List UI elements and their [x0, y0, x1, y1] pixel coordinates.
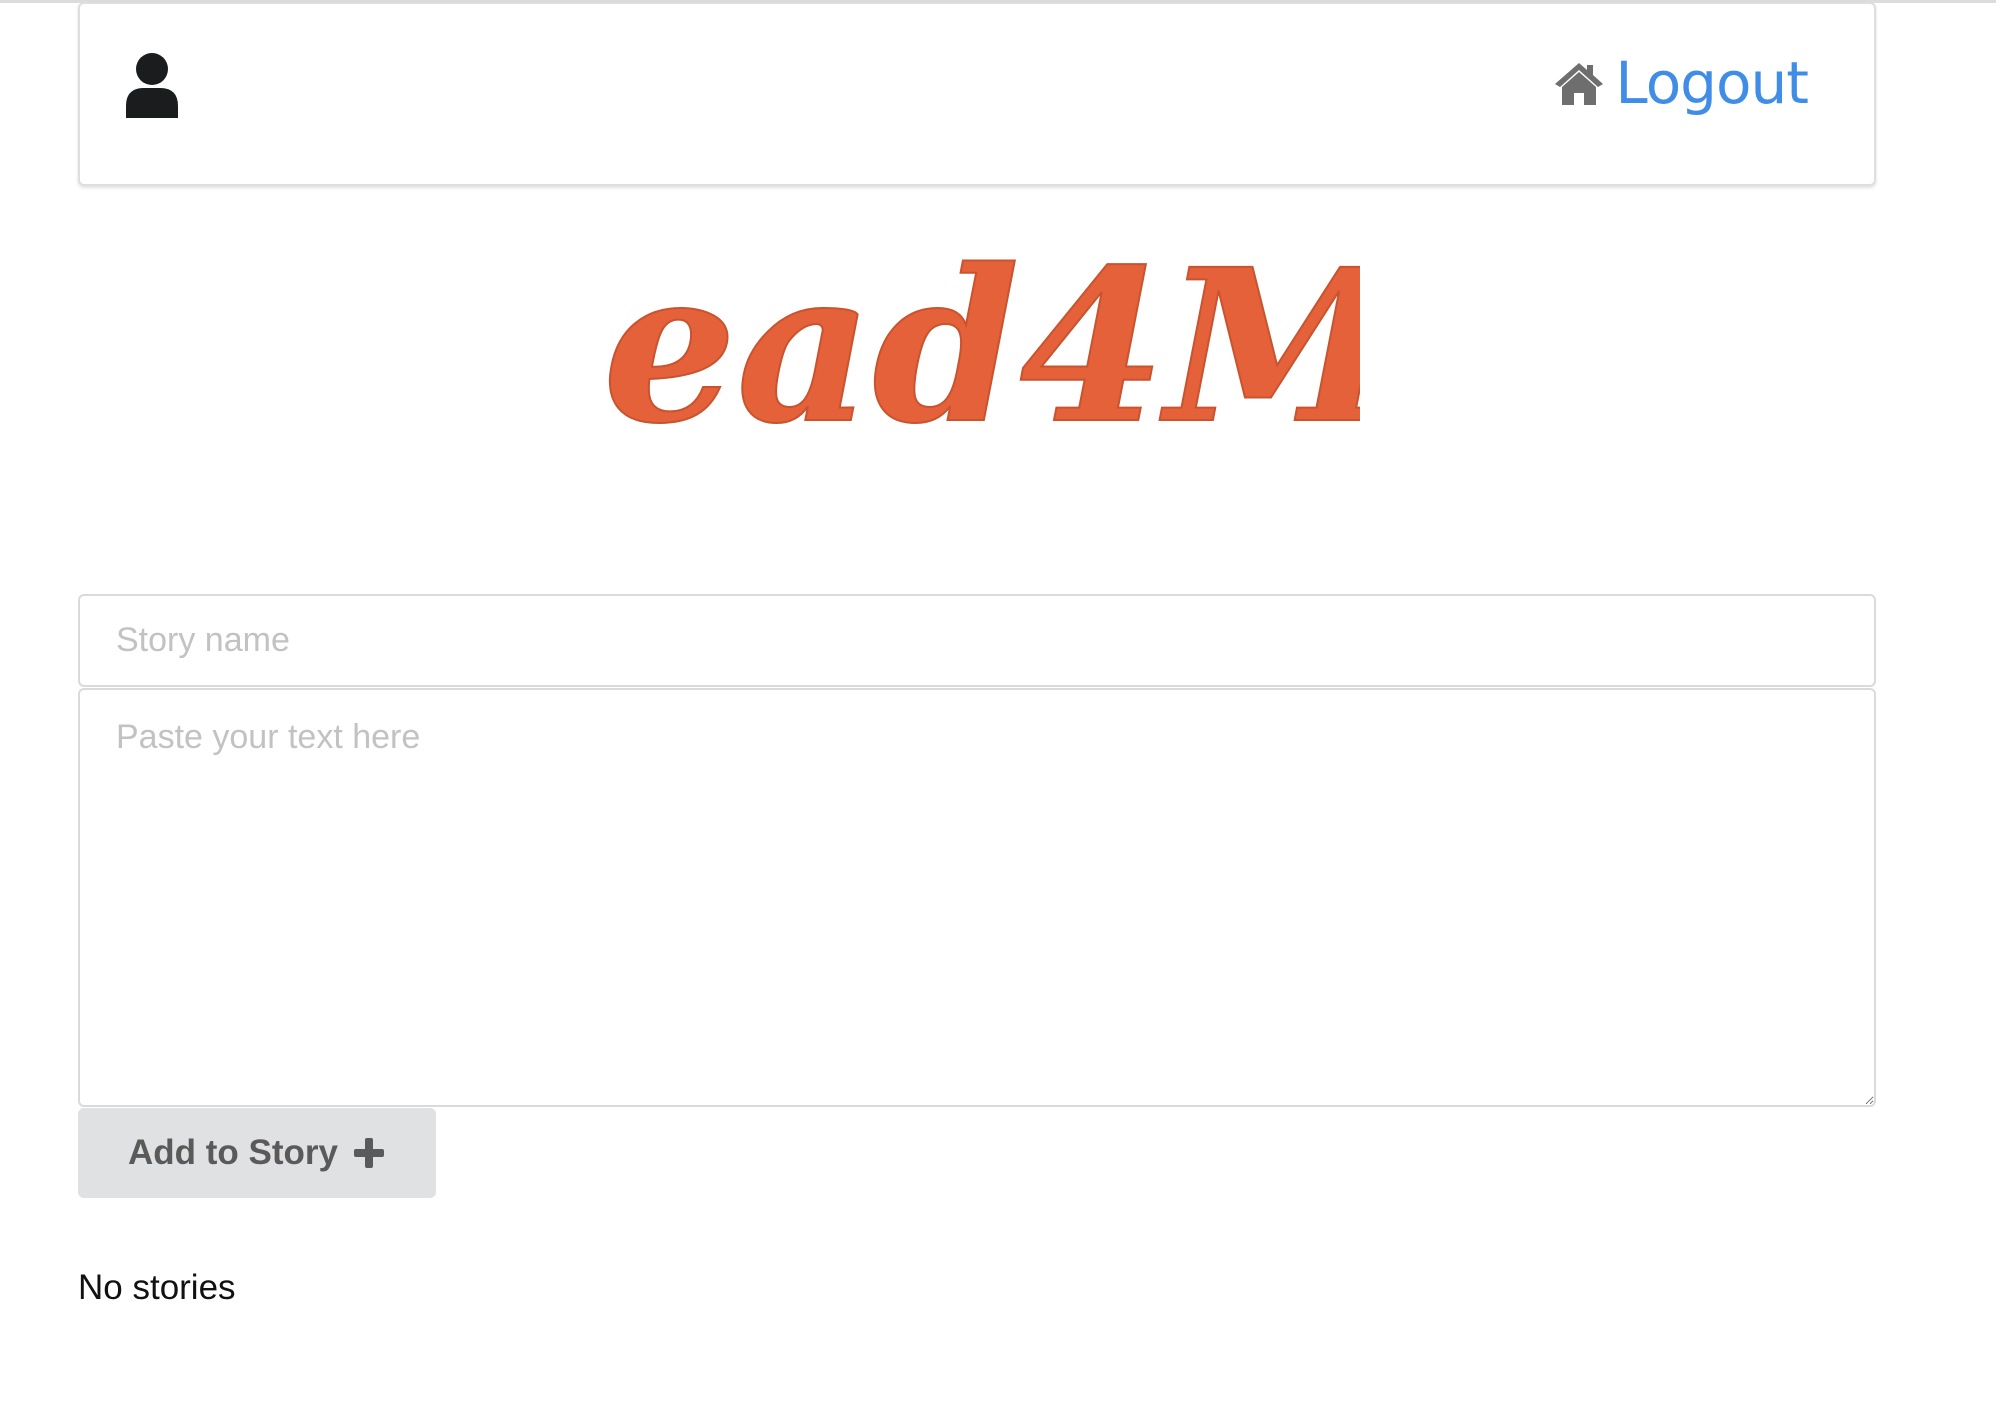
user-icon[interactable]: [124, 52, 180, 118]
header-bar: Logout: [78, 2, 1876, 186]
logo-text: Read4Me: [600, 223, 1360, 460]
logout-label: Logout: [1615, 49, 1809, 117]
story-text-area[interactable]: [78, 688, 1876, 1107]
add-to-story-button[interactable]: Add to Story: [78, 1108, 436, 1198]
empty-stories-message: No stories: [78, 1268, 236, 1307]
home-icon: [1553, 60, 1605, 106]
logout-link[interactable]: Logout: [1553, 46, 1809, 120]
story-name-input[interactable]: [78, 594, 1876, 687]
add-to-story-label: Add to Story: [128, 1133, 338, 1172]
app-logo: Read4Me: [422, 220, 1532, 471]
plus-icon: [352, 1136, 386, 1170]
